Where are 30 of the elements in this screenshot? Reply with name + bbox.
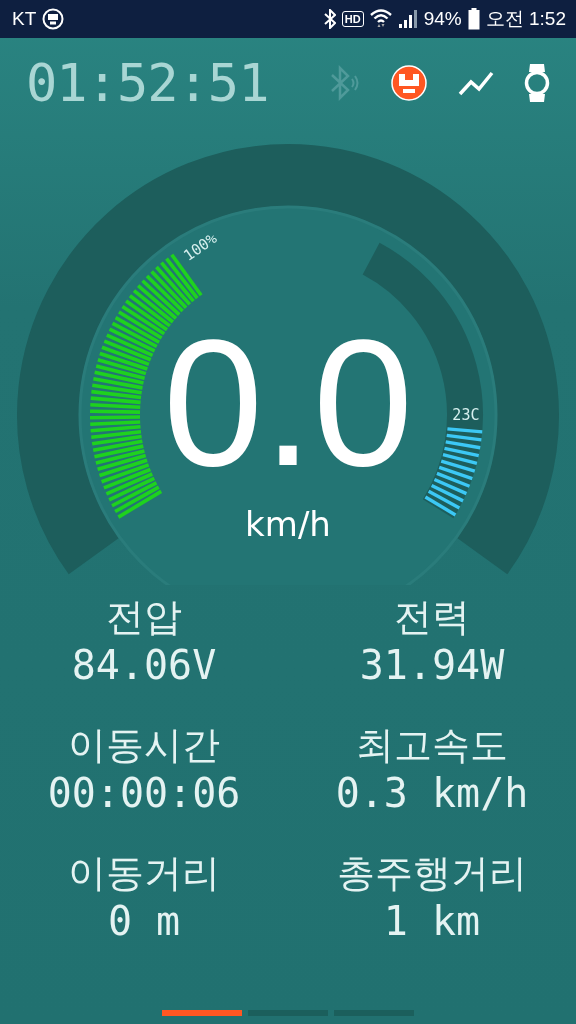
stat-value: 1 km [383,897,481,945]
signal-icon [397,9,418,29]
clock-time: 오전 1:52 [485,7,566,31]
stat-value: 00:00:06 [47,769,241,817]
stat-value: 0 m [107,897,181,945]
stat-label: 이동시간 [68,723,220,767]
hd-badge: HD [341,11,364,27]
battery-percent: 94% [423,8,462,30]
battery-icon [467,8,480,30]
wheel-icon[interactable] [390,64,428,102]
stat-label: 전압 [106,595,182,639]
wifi-icon [369,9,392,29]
stat-label: 총주행거리 [337,851,527,895]
speed-unit: km/h [245,504,331,544]
stat-label: 전력 [394,595,470,639]
stat-label: 이동거리 [68,851,220,895]
carrier-name: KT [12,8,37,30]
ride-clock: 01:52:51 [26,53,269,113]
speed-value: 0.0 [162,302,414,503]
page-indicator[interactable] [162,1010,242,1016]
watch-icon[interactable] [524,63,550,103]
stat-value: 31.94W [359,641,505,689]
stat-value: 84.06V [71,641,217,689]
stat-label: 최고속도 [356,723,508,767]
wheel-icon [42,8,65,30]
temperature-label: 23C [452,406,480,425]
bluetooth-icon [323,9,336,29]
battery-label: 100% [180,229,221,265]
line-chart-icon[interactable] [458,70,494,96]
stat-value: 0.3 km/h [335,769,529,817]
